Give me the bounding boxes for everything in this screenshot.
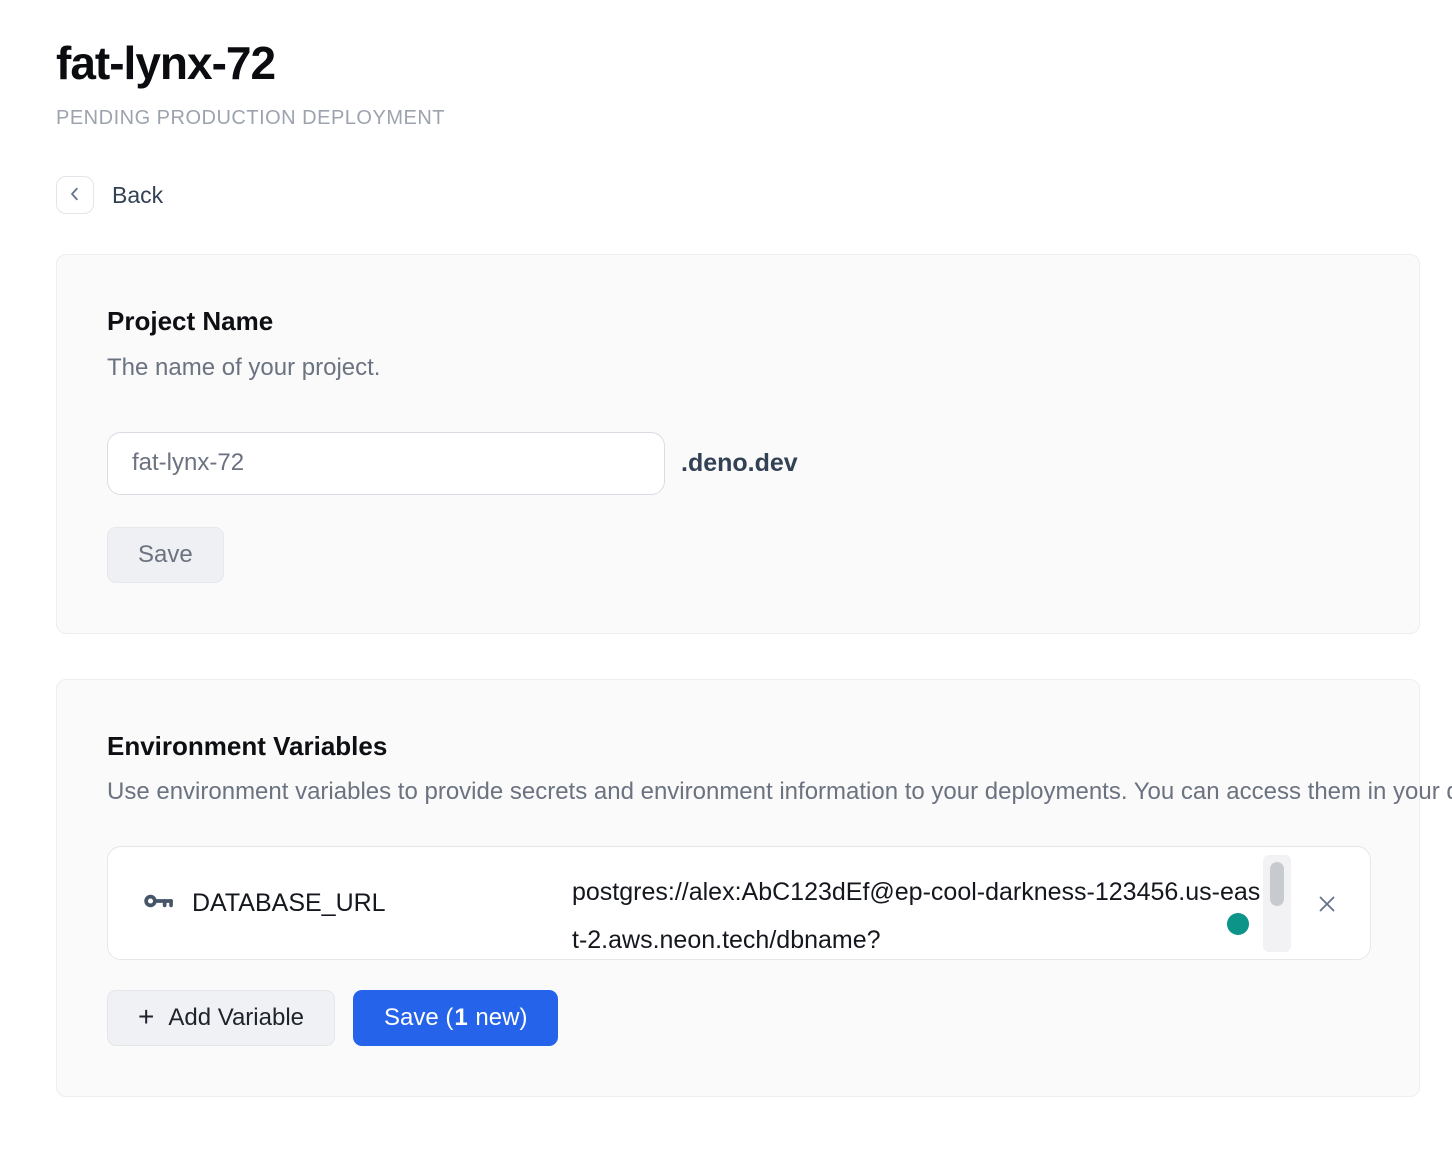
env-var-row: DATABASE_URL postgres://alex:AbC123dEf@e… — [107, 846, 1371, 960]
close-icon — [1314, 891, 1340, 920]
project-name-save-button[interactable]: Save — [107, 527, 224, 583]
project-name-card: Project Name The name of your project. .… — [56, 254, 1420, 634]
add-variable-label: Add Variable — [168, 1004, 304, 1032]
remove-variable-button[interactable] — [1304, 882, 1350, 928]
env-vars-description: Use environment variables to provide sec… — [107, 772, 1307, 812]
project-name-description: The name of your project. — [107, 348, 1307, 388]
env-var-name: DATABASE_URL — [192, 889, 386, 918]
status-badge: PENDING PRODUCTION DEPLOYMENT — [56, 107, 1420, 130]
env-vars-save-button[interactable]: Save (1 new) — [353, 990, 558, 1046]
project-settings-page: fat-lynx-72 PENDING PRODUCTION DEPLOYMEN… — [0, 0, 1452, 1125]
back-button[interactable] — [56, 176, 94, 214]
env-save-prefix: Save ( — [384, 1004, 453, 1032]
env-vars-description-text: Use environment variables to provide sec… — [107, 778, 1452, 805]
project-name-input[interactable] — [107, 432, 665, 495]
env-vars-heading: Environment Variables — [107, 730, 1369, 763]
env-var-name-cell: DATABASE_URL — [108, 847, 572, 959]
value-scrollbar-thumb[interactable] — [1270, 862, 1284, 906]
env-vars-actions: + Add Variable Save (1 new) — [107, 990, 1369, 1046]
value-scrollbar[interactable] — [1263, 855, 1291, 952]
back-row: Back — [56, 176, 1420, 214]
chevron-left-icon — [66, 185, 84, 206]
back-label: Back — [112, 182, 163, 209]
key-icon — [142, 884, 176, 923]
env-vars-card: Environment Variables Use environment va… — [56, 679, 1420, 1098]
env-var-value-input[interactable]: postgres://alex:AbC123dEf@ep-cool-darkne… — [572, 847, 1264, 959]
domain-suffix: .deno.dev — [681, 449, 798, 478]
env-save-count: 1 — [454, 1004, 467, 1032]
add-variable-button[interactable]: + Add Variable — [107, 990, 335, 1046]
env-save-suffix: new) — [469, 1004, 528, 1032]
project-name-heading: Project Name — [107, 305, 1369, 338]
plus-icon: + — [138, 1003, 154, 1031]
project-name-input-row: .deno.dev — [107, 432, 1369, 495]
page-title: fat-lynx-72 — [56, 36, 1420, 91]
